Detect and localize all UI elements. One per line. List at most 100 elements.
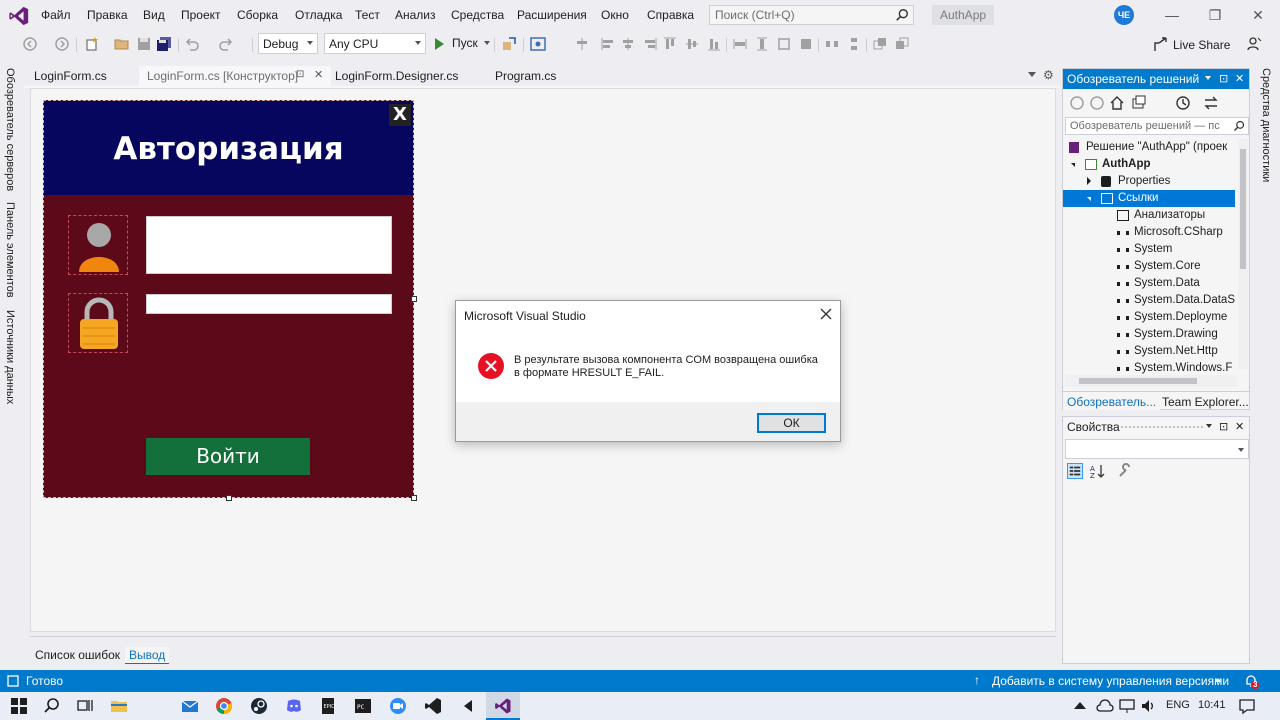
horizontal-spacing-icon[interactable] [824, 36, 840, 52]
chevron-down-icon[interactable] [1205, 76, 1211, 80]
tab-overflow-icon[interactable] [1028, 72, 1036, 77]
vs-installer-icon[interactable] [459, 697, 477, 715]
user-icon-box[interactable] [68, 215, 128, 275]
epic-games-icon[interactable]: EPIC [319, 697, 337, 715]
back-icon[interactable] [22, 36, 38, 52]
menu-window[interactable]: Окно [601, 8, 629, 22]
menu-build[interactable]: Сборка [237, 8, 278, 22]
align-right-icon[interactable] [620, 36, 636, 52]
configuration-select[interactable]: Debug [258, 33, 318, 54]
vertical-scrollbar[interactable] [1238, 139, 1248, 369]
pin-icon[interactable]: ⊡ [296, 69, 304, 80]
tab-diagnostic-tools[interactable]: Средства диагностики [1260, 68, 1272, 182]
chevron-up-icon[interactable] [1215, 678, 1221, 682]
same-size-icon[interactable] [776, 36, 792, 52]
ok-button[interactable]: ОК [757, 413, 826, 433]
gear-icon[interactable]: ⚙ [1043, 68, 1054, 82]
tab-error-list[interactable]: Список ошибок [31, 647, 124, 663]
chevron-down-icon[interactable] [1087, 197, 1091, 201]
tree-item[interactable]: Решение "AuthApp" (проек [1063, 139, 1235, 156]
undo-icon[interactable] [184, 36, 200, 52]
header-grip[interactable] [1121, 426, 1203, 428]
chrome-icon[interactable] [215, 697, 233, 715]
alphabetical-icon[interactable]: AZ [1089, 463, 1105, 479]
menu-file[interactable]: Файл [41, 8, 71, 22]
home-icon[interactable] [1109, 95, 1125, 111]
history-icon[interactable] [1175, 95, 1191, 111]
tab-program-cs[interactable]: Program.cs [487, 66, 564, 86]
resize-handle-right[interactable] [411, 296, 417, 302]
tab-loginform-cs[interactable]: LoginForm.cs [26, 66, 115, 86]
visual-studio-logo-icon[interactable] [8, 5, 30, 27]
close-icon[interactable]: ✕ [1235, 420, 1244, 433]
align-top-icon[interactable] [662, 36, 678, 52]
network-icon[interactable] [1118, 697, 1136, 715]
pin-icon[interactable]: ⊡ [1219, 420, 1228, 433]
horizontal-scrollbar[interactable] [1065, 375, 1237, 387]
align-left-icon[interactable] [574, 36, 590, 52]
taskbar-active-app[interactable] [486, 692, 520, 720]
same-width-icon[interactable] [732, 36, 748, 52]
login-button[interactable]: Войти [146, 438, 310, 475]
steam-icon[interactable] [250, 697, 268, 715]
tab-server-explorer[interactable]: Обозреватель серверов [4, 68, 16, 191]
tree-item[interactable]: Microsoft.CSharp [1063, 224, 1235, 241]
tab-team-explorer[interactable]: Team Explorer... [1158, 394, 1253, 410]
search-icon[interactable] [43, 697, 61, 715]
tab-solution-explorer[interactable]: Обозреватель... [1063, 394, 1161, 410]
windows-start-icon[interactable] [10, 697, 28, 715]
menu-project[interactable]: Проект [181, 8, 221, 22]
scrollbar-thumb[interactable] [1240, 149, 1246, 269]
live-share-button[interactable]: Live Share [1173, 38, 1230, 52]
tree-item[interactable]: System.Data [1063, 275, 1235, 292]
menu-view[interactable]: Вид [143, 8, 165, 22]
tree-item[interactable]: Ссылки [1063, 190, 1235, 207]
close-icon[interactable] [818, 306, 834, 322]
tree-item[interactable]: System.Deployme [1063, 309, 1235, 326]
resize-handle-corner[interactable] [411, 495, 417, 501]
pin-icon[interactable]: ⊡ [1219, 72, 1228, 85]
user-avatar[interactable]: ЧЕ [1114, 5, 1134, 25]
username-input[interactable] [146, 216, 392, 274]
categorized-icon[interactable] [1067, 463, 1083, 479]
bring-to-front-icon[interactable] [872, 36, 888, 52]
align-bottom-icon[interactable] [706, 36, 722, 52]
file-explorer-icon[interactable] [110, 697, 128, 715]
tree-item[interactable]: System.Data.DataS [1063, 292, 1235, 309]
menu-edit[interactable]: Правка [87, 8, 128, 22]
action-center-icon[interactable] [1238, 697, 1256, 715]
tab-loginform-designer-cs[interactable]: LoginForm.Designer.cs [327, 66, 466, 86]
menu-tools[interactable]: Средства [451, 8, 504, 22]
tree-item[interactable]: Анализаторы [1063, 207, 1235, 224]
menu-extensions[interactable]: Расширения [517, 8, 587, 22]
align-center-icon[interactable] [600, 36, 616, 52]
minimize-icon[interactable]: — [1158, 4, 1186, 26]
new-project-icon[interactable] [84, 36, 100, 52]
resize-handle-bottom[interactable] [226, 495, 232, 501]
cloud-icon[interactable] [1096, 697, 1114, 715]
login-form-preview[interactable]: Авторизация X Войти [43, 100, 414, 498]
login-form-close-button[interactable]: X [389, 104, 411, 126]
save-icon[interactable] [136, 36, 152, 52]
tree-item[interactable]: System [1063, 241, 1235, 258]
feedback-icon[interactable] [1246, 36, 1262, 52]
input-language[interactable]: ENG [1166, 699, 1190, 711]
vscode-icon[interactable] [424, 697, 442, 715]
menu-help[interactable]: Справка [647, 8, 694, 22]
close-icon[interactable]: ✕ [1235, 72, 1244, 85]
hot-reload-icon[interactable] [501, 36, 517, 52]
redo-icon[interactable] [218, 36, 234, 52]
add-to-source-control-button[interactable]: Добавить в систему управления версиями [992, 674, 1229, 688]
volume-icon[interactable] [1140, 697, 1158, 715]
chevron-down-icon[interactable] [1206, 424, 1212, 428]
send-to-back-icon[interactable] [894, 36, 910, 52]
align-middle-icon[interactable] [684, 36, 700, 52]
vertical-spacing-icon[interactable] [846, 36, 862, 52]
chevron-right-icon[interactable] [1087, 177, 1091, 185]
chevron-up-icon[interactable] [1074, 702, 1086, 709]
clock[interactable]: 10:41 [1198, 699, 1226, 711]
tree-item[interactable]: System.Core [1063, 258, 1235, 275]
tree-item[interactable]: System.Drawing [1063, 326, 1235, 343]
terminal-icon[interactable]: PC [354, 697, 372, 715]
sync-icon[interactable] [1203, 95, 1219, 111]
